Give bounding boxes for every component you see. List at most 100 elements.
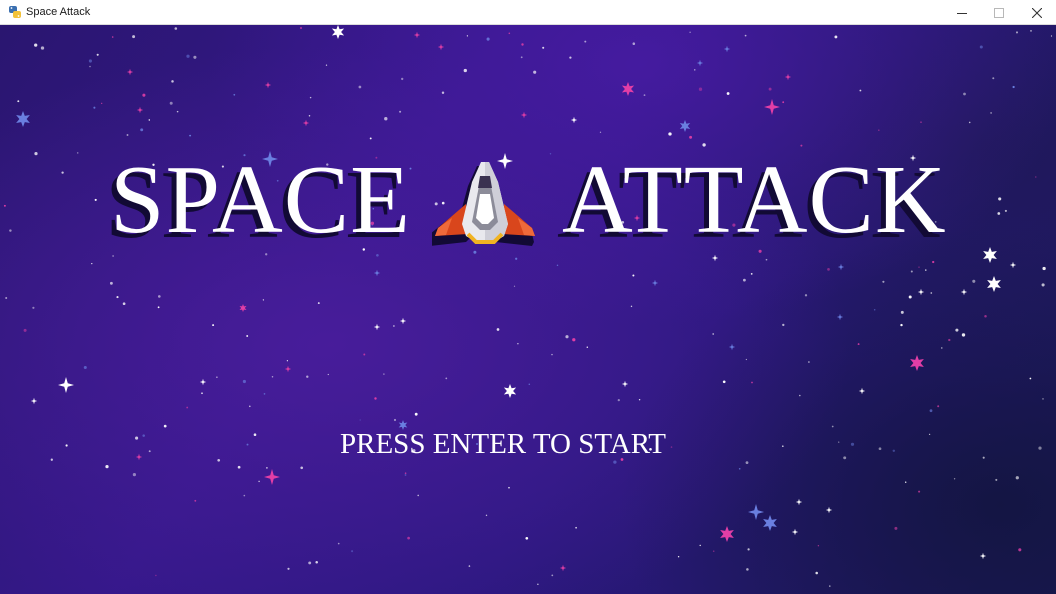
star-dot: [337, 542, 340, 545]
star-dot: [246, 335, 249, 337]
star-dot: [738, 467, 741, 470]
star-dot: [712, 333, 715, 335]
star-dot: [383, 373, 385, 375]
star-dot: [193, 55, 197, 59]
star-icon: [679, 120, 691, 132]
star-dot: [132, 473, 136, 477]
star-dot: [542, 46, 545, 49]
star-dot: [174, 27, 178, 30]
star-dot: [91, 262, 93, 265]
star-dot: [414, 412, 418, 416]
star-icon: [570, 116, 578, 124]
star-dot: [699, 544, 701, 547]
star-dot: [632, 274, 635, 277]
star-dot: [584, 40, 587, 43]
star-dot: [689, 31, 691, 33]
star-dot: [1041, 283, 1045, 287]
star-dot: [698, 87, 703, 91]
minimize-button[interactable]: [943, 0, 980, 25]
star-dot: [359, 419, 361, 421]
star-icon: [711, 254, 719, 262]
star-dot: [50, 458, 53, 461]
star-dot: [768, 87, 772, 91]
star-dot: [249, 405, 251, 408]
star-dot: [32, 306, 35, 309]
star-dot: [157, 306, 160, 309]
star-dot: [900, 323, 903, 327]
star-icon: [728, 343, 736, 351]
star-dot: [743, 278, 746, 282]
star-dot: [850, 442, 855, 446]
star-dot: [937, 405, 940, 408]
star-dot: [586, 346, 589, 349]
star-dot: [556, 264, 559, 267]
star-dot: [463, 68, 467, 73]
star-dot: [910, 270, 913, 273]
star-dot: [169, 101, 173, 105]
star-dot: [300, 466, 304, 470]
star-dot: [613, 460, 617, 464]
star-dot: [782, 101, 785, 104]
star-dot: [670, 446, 673, 448]
star-dot: [831, 425, 834, 428]
star-dot: [515, 257, 518, 260]
star-icon: [1009, 261, 1017, 269]
star-dot: [525, 536, 529, 540]
star-dot: [417, 494, 420, 497]
game-title-space: SPACE: [110, 146, 412, 254]
star-icon: [651, 279, 659, 287]
star-dot: [171, 80, 174, 83]
star-dot: [817, 545, 820, 547]
star-dot: [112, 255, 114, 257]
star-dot: [630, 86, 632, 89]
star-icon: [791, 528, 799, 536]
close-button[interactable]: [1018, 0, 1055, 25]
star-dot: [142, 434, 145, 437]
star-dot: [105, 464, 109, 469]
star-dot: [982, 456, 985, 459]
star-dot: [401, 77, 404, 81]
star-dot: [941, 347, 943, 349]
star-dot: [878, 129, 880, 131]
star-dot: [873, 309, 876, 311]
star-dot: [1038, 446, 1042, 450]
star-dot: [838, 441, 840, 443]
maximize-button[interactable]: [980, 0, 1017, 25]
star-dot: [186, 406, 189, 409]
star-icon: [836, 313, 844, 321]
star-dot: [932, 260, 935, 264]
star-dot: [520, 56, 523, 59]
star-dot: [565, 335, 569, 339]
star-dot: [212, 324, 215, 327]
star-dot: [176, 110, 179, 113]
star-dot: [126, 134, 129, 136]
star-dot: [963, 92, 966, 96]
star-icon: [135, 453, 143, 461]
star-dot: [551, 574, 554, 577]
star-dot: [148, 450, 151, 453]
star-dot: [89, 65, 91, 68]
star-dot: [746, 568, 749, 571]
star-dot: [882, 280, 885, 283]
maximize-icon: [993, 7, 1004, 18]
star-dot: [358, 85, 362, 89]
star-dot: [537, 583, 539, 585]
star-dot: [132, 35, 136, 39]
star-dot: [528, 383, 531, 385]
star-dot: [1042, 398, 1044, 400]
star-dot: [508, 32, 511, 35]
star-dot: [929, 409, 933, 413]
star-dot: [271, 376, 274, 378]
game-canvas[interactable]: SPACE ATTACK PRESS ENTER TO START: [0, 25, 1056, 594]
star-dot: [96, 53, 99, 56]
star-dot: [726, 92, 730, 95]
star-dot: [517, 342, 519, 345]
star-dot: [549, 153, 552, 155]
star-dot: [217, 458, 221, 462]
star-icon: [199, 378, 207, 386]
star-icon: [910, 355, 924, 371]
star-dot: [116, 296, 119, 299]
star-icon: [16, 111, 30, 127]
title-bar[interactable]: Space Attack: [0, 0, 1056, 25]
star-dot: [533, 70, 537, 74]
